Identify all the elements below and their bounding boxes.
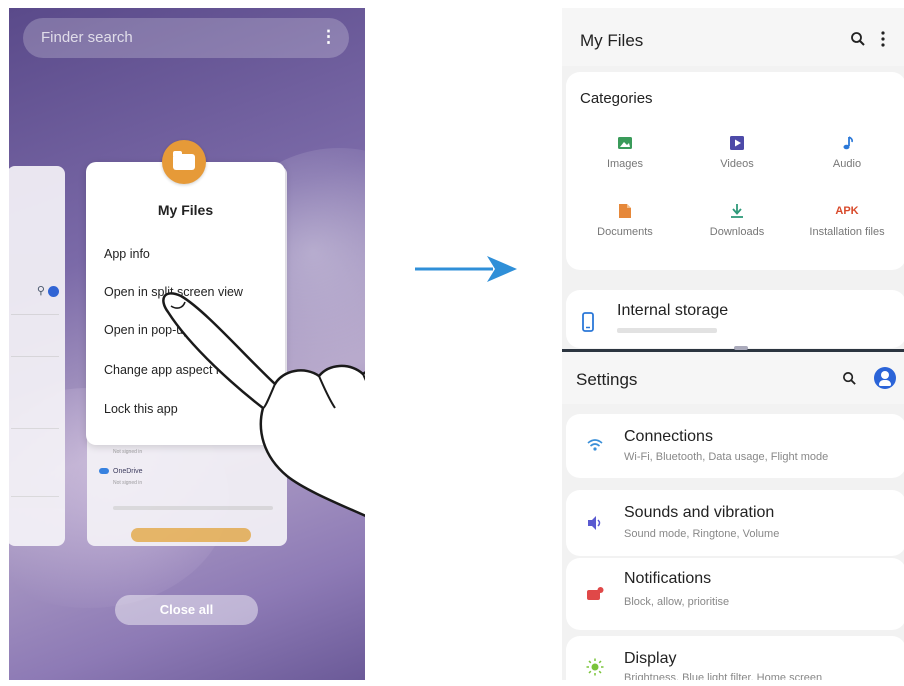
- category-downloads[interactable]: Downloads: [682, 204, 792, 238]
- settings-app-bar: Settings: [562, 352, 904, 404]
- category-installation-files[interactable]: APK Installation files: [792, 204, 902, 238]
- myfiles-title: My Files: [580, 31, 644, 50]
- popup-app-name: My Files: [157, 202, 214, 218]
- category-images[interactable]: Images: [570, 136, 680, 170]
- not-signed-in-text: Not signed in: [113, 449, 143, 455]
- categories-label: Categories: [580, 90, 653, 107]
- category-label: Videos: [720, 158, 754, 170]
- category-label: Installation files: [809, 226, 885, 238]
- search-icon[interactable]: [842, 371, 857, 386]
- storage-detail-text: [617, 328, 717, 333]
- menu-item-app-info[interactable]: App info: [104, 247, 150, 261]
- download-icon: [731, 204, 743, 218]
- more-options-icon[interactable]: ⋮: [320, 27, 337, 47]
- category-documents[interactable]: Documents: [570, 204, 680, 238]
- account-icon: [48, 285, 59, 297]
- settings-item-connections[interactable]: Connections Wi-Fi, Bluetooth, Data usage…: [566, 414, 904, 478]
- divider: [11, 356, 59, 357]
- recent-app-card-settings[interactable]: ⚲: [9, 166, 65, 546]
- onedrive-item: OneDrive: [99, 468, 143, 475]
- finder-search-bar[interactable]: Finder search ⋮: [23, 18, 349, 58]
- video-icon: [730, 136, 744, 150]
- divider: [11, 314, 59, 315]
- settings-item-notifications[interactable]: Notifications Block, allow, prioritise: [566, 558, 904, 630]
- category-audio[interactable]: Audio: [792, 136, 902, 170]
- brightness-icon: [586, 658, 604, 676]
- divider-handle[interactable]: [734, 346, 748, 350]
- settings-item-display[interactable]: Display Brightness, Blue light filter, H…: [566, 636, 904, 680]
- onedrive-sub: Not signed in: [113, 480, 143, 486]
- settings-item-subtitle: Wi-Fi, Bluetooth, Data usage, Flight mod…: [624, 451, 829, 463]
- search-icon: ⚲: [36, 285, 45, 297]
- document-icon: [619, 204, 631, 218]
- speaker-icon: [588, 516, 601, 530]
- settings-item-subtitle: Sound mode, Ringtone, Volume: [624, 528, 780, 540]
- settings-item-title: Connections: [624, 428, 713, 445]
- music-note-icon: [843, 136, 853, 150]
- category-videos[interactable]: Videos: [682, 136, 792, 170]
- settings-item-title: Display: [624, 650, 677, 667]
- internal-storage-card[interactable]: Internal storage: [566, 290, 904, 348]
- mini-toolbar: ⚲: [37, 284, 59, 297]
- myfiles-app-bar: My Files: [562, 8, 904, 66]
- recents-screen: Finder search ⋮ ⚲ Not signed in OneDrive…: [9, 8, 365, 680]
- divider: [11, 428, 59, 429]
- myfiles-folder-icon: [162, 140, 206, 184]
- pointing-hand-icon: [162, 292, 365, 518]
- onedrive-icon: [99, 468, 109, 475]
- apk-icon: APK: [835, 205, 859, 217]
- divider: [11, 496, 59, 497]
- settings-item-subtitle: Block, allow, prioritise: [624, 596, 730, 608]
- image-icon: [618, 137, 632, 149]
- onedrive-label: OneDrive: [113, 468, 143, 475]
- settings-item-title: Sounds and vibration: [624, 504, 775, 521]
- categories-card: Categories Images Videos Audio Documents…: [566, 72, 904, 270]
- wifi-icon: [587, 439, 603, 451]
- settings-item-subtitle: Brightness, Blue light filter, Home scre…: [624, 672, 823, 680]
- settings-title: Settings: [576, 370, 638, 389]
- more-options-icon[interactable]: [880, 31, 886, 47]
- split-screen-view: My Files Categories Images Videos Audio …: [562, 8, 904, 680]
- category-label: Documents: [597, 226, 653, 238]
- settings-item-title: Notifications: [624, 570, 712, 587]
- category-label: Downloads: [709, 226, 765, 238]
- finder-search-placeholder: Finder search: [41, 29, 133, 46]
- search-icon[interactable]: [850, 31, 866, 47]
- category-label: Images: [606, 158, 644, 170]
- notification-icon: [587, 587, 604, 600]
- internal-storage-label: Internal storage: [617, 302, 729, 319]
- transition-arrow-icon: [415, 256, 517, 282]
- phone-storage-icon: [582, 312, 594, 332]
- account-avatar-icon[interactable]: [874, 367, 896, 389]
- settings-item-sounds[interactable]: Sounds and vibration Sound mode, Rington…: [566, 490, 904, 556]
- category-label: Audio: [832, 158, 862, 170]
